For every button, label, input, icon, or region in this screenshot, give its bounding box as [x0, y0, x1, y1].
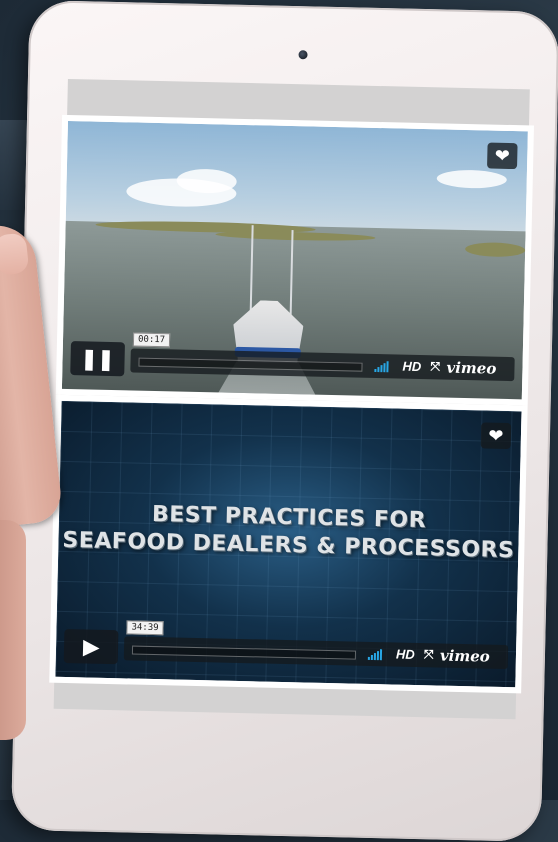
fullscreen-icon[interactable]: ⤧: [424, 647, 434, 662]
vimeo-logo[interactable]: vimeo: [440, 647, 490, 666]
vimeo-logo[interactable]: vimeo: [446, 359, 496, 378]
time-display: 34:39: [126, 620, 164, 636]
thumbnail-nail: [0, 232, 30, 276]
control-bar: HD ⤧ vimeo: [123, 636, 509, 670]
volume-icon[interactable]: [367, 649, 383, 661]
camera-icon: [298, 50, 308, 60]
tablet-screen: ❤ ❚❚ HD ⤧ vimeo 00:17 BEST PRACTICES FOR…: [49, 78, 535, 720]
heart-icon: ❤: [494, 145, 511, 166]
video-player-1: ❤ ❚❚ HD ⤧ vimeo 00:17: [55, 114, 535, 406]
video-title: BEST PRACTICES FOR SEAFOOD DEALERS & PRO…: [58, 499, 519, 565]
fullscreen-icon[interactable]: ⤧: [430, 359, 440, 374]
pause-icon: ❚❚: [80, 347, 115, 371]
like-button[interactable]: ❤: [480, 422, 512, 450]
video-frame-title-card[interactable]: BEST PRACTICES FOR SEAFOOD DEALERS & PRO…: [55, 400, 522, 688]
like-button[interactable]: ❤: [487, 142, 518, 170]
pause-button[interactable]: ❚❚: [70, 341, 125, 377]
progress-bar[interactable]: [138, 357, 363, 372]
progress-bar[interactable]: [131, 645, 357, 660]
tablet-device: ❤ ❚❚ HD ⤧ vimeo 00:17 BEST PRACTICES FOR…: [10, 0, 558, 842]
heart-icon: ❤: [488, 425, 504, 446]
time-display: 00:17: [132, 332, 171, 348]
hand-palm: [0, 520, 26, 740]
hd-button[interactable]: HD: [396, 647, 415, 662]
hd-button[interactable]: HD: [402, 359, 421, 374]
video-frame-aerial-boat[interactable]: ❤ ❚❚ HD ⤧ vimeo 00:17: [61, 120, 528, 400]
control-bar: HD ⤧ vimeo: [130, 348, 515, 382]
play-button[interactable]: ▶: [63, 629, 119, 665]
volume-icon[interactable]: [374, 361, 389, 373]
video-player-2: BEST PRACTICES FOR SEAFOOD DEALERS & PRO…: [49, 394, 528, 694]
play-icon: ▶: [83, 635, 99, 659]
